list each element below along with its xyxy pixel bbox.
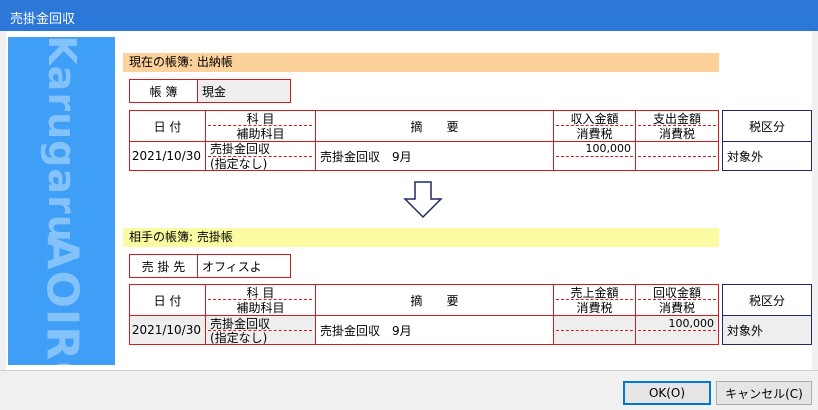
row-sales-amount	[554, 316, 635, 330]
partner-value: オフィスよ	[202, 259, 262, 274]
row-expense-amount	[636, 142, 718, 155]
row-income-tax	[554, 157, 635, 170]
row-collection-amount: 100,000	[636, 316, 718, 330]
current-entry-table: 日 付 科 目 補助科目 摘 要 収入金額 消費税 支出金額 消費税 2021/…	[129, 110, 719, 171]
header-tax-class: 税区分	[748, 293, 785, 308]
partner-book-selector: 売 掛 先 オフィスよ	[129, 254, 291, 278]
current-tax-class: 税区分 対象外	[722, 110, 812, 171]
header-sub-subject: 補助科目	[236, 127, 285, 141]
partner-entry-table: 日 付 科 目 補助科目 摘 要 売上金額 消費税 回収金額 消費税 2021/…	[129, 284, 719, 345]
brand-logo-bottom: AOIRO	[36, 235, 88, 365]
header-tax-class: 税区分	[748, 119, 785, 134]
header-sales-amount: 売上金額	[570, 285, 619, 300]
row-sales-tax	[554, 331, 635, 344]
header-subject: 科 目	[246, 111, 275, 126]
header-summary: 摘 要	[410, 119, 459, 134]
header-income-amount: 収入金額	[570, 111, 619, 126]
header-date: 日 付	[153, 119, 182, 134]
partner-book-heading: 相手の帳簿: 売掛帳	[123, 228, 719, 247]
row-tax-class: 対象外	[723, 316, 811, 344]
row-collection-tax	[636, 331, 718, 344]
header-sales-tax: 消費税	[576, 301, 613, 315]
header-subject: 科 目	[246, 285, 275, 300]
row-date: 2021/10/30	[130, 316, 205, 344]
header-date: 日 付	[153, 293, 182, 308]
header-income-tax: 消費税	[576, 127, 613, 141]
row-summary: 売掛金回収 9月	[320, 149, 412, 164]
book-value: 現金	[198, 80, 290, 102]
brand-sidebar: Karugaru AOIRO	[8, 37, 115, 365]
row-sub-subject: (指定なし)	[206, 331, 315, 345]
window-title: 売掛金回収	[10, 12, 76, 27]
partner-label: 売 掛 先	[141, 259, 186, 274]
book-label: 帳 簿	[149, 84, 178, 99]
current-book-selector: 帳 簿 現金	[129, 79, 291, 103]
row-summary: 売掛金回収 9月	[320, 323, 412, 338]
brand-logo-top: Karugaru	[40, 37, 84, 243]
row-subject: 売掛金回収	[210, 142, 271, 156]
header-collection-amount: 回収金額	[652, 285, 701, 300]
header-collection-tax: 消費税	[658, 301, 695, 315]
ok-button[interactable]: OK(O)	[623, 381, 711, 405]
row-date: 2021/10/30	[131, 149, 201, 163]
row-expense-tax	[636, 157, 718, 170]
title-bar: 売掛金回収	[0, 0, 818, 31]
partner-tax-class: 税区分 対象外	[722, 284, 812, 345]
header-summary: 摘 要	[410, 293, 459, 308]
row-sub-subject: (指定なし)	[210, 157, 268, 171]
header-expense-amount: 支出金額	[652, 111, 701, 126]
header-expense-tax: 消費税	[658, 127, 695, 141]
row-tax-class: 対象外	[727, 149, 764, 164]
row-subject: 売掛金回収	[206, 316, 315, 331]
header-sub-subject: 補助科目	[236, 301, 285, 315]
current-book-heading: 現在の帳簿: 出納帳	[123, 53, 719, 72]
row-income-amount: 100,000	[585, 142, 632, 155]
cancel-button[interactable]: キャンセル(C)	[716, 381, 812, 405]
down-arrow-icon	[403, 181, 443, 219]
